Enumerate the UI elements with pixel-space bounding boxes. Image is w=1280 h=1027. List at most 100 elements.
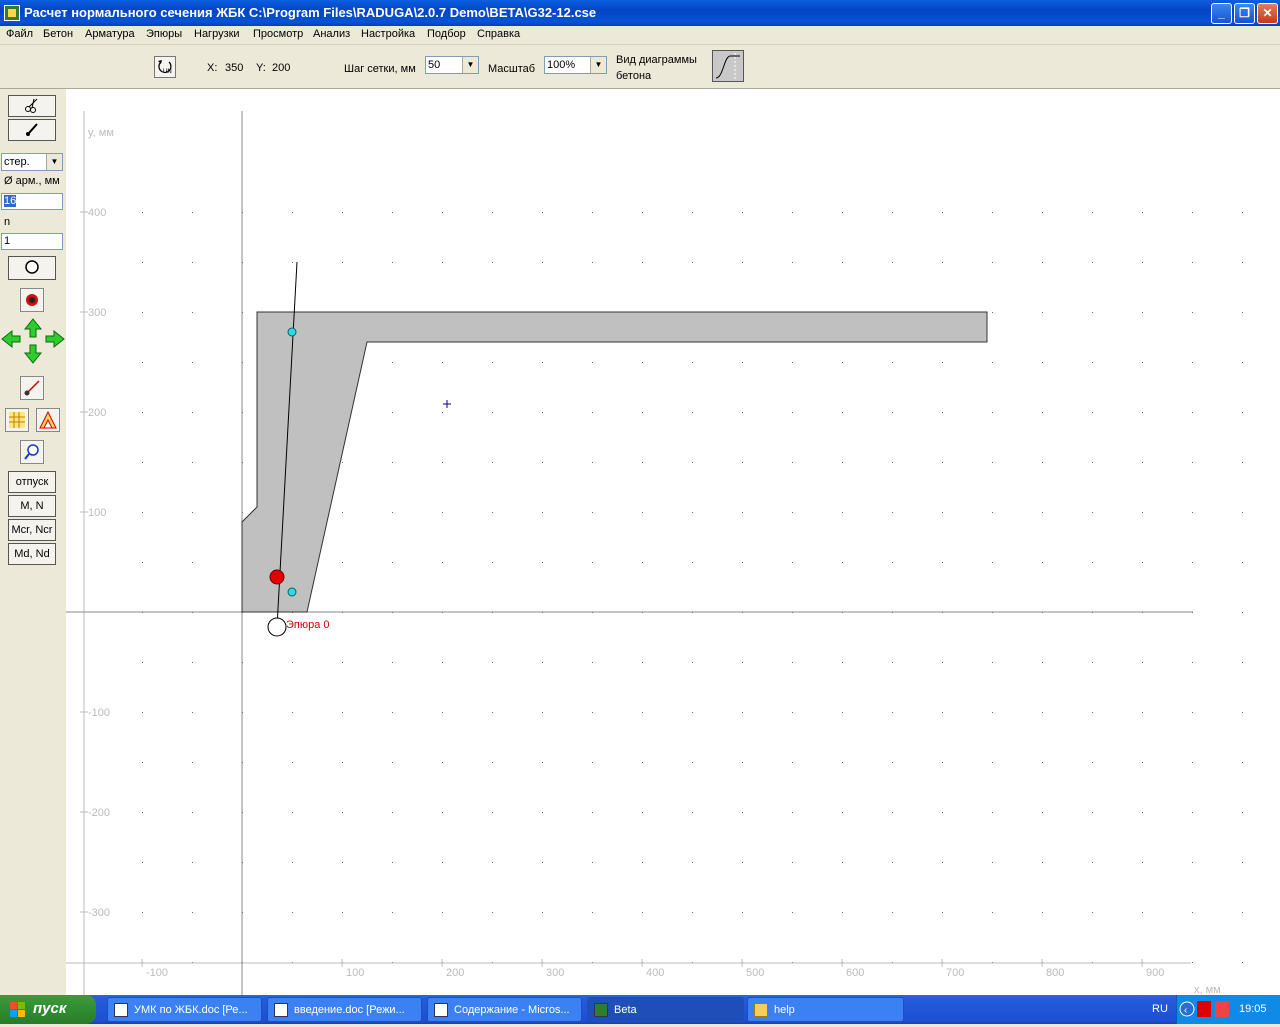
- grid-dot: [742, 862, 743, 863]
- chevron-down-icon[interactable]: ▼: [46, 154, 62, 170]
- mcr-ncr-button[interactable]: Mcr, Ncr: [8, 519, 56, 541]
- grid-dot: [392, 662, 393, 663]
- count-input[interactable]: 1: [1, 233, 63, 250]
- grid-dot: [642, 662, 643, 663]
- brush-icon[interactable]: [8, 119, 56, 141]
- grid-dot: [842, 262, 843, 263]
- title-bar: Расчет нормального сечения ЖБК C:\Progra…: [0, 0, 1280, 26]
- grid-dot: [1242, 762, 1243, 763]
- grid-dot: [1092, 912, 1093, 913]
- grid-dot: [1242, 562, 1243, 563]
- x-tick-label: 900: [1146, 967, 1164, 979]
- grid-dot: [1142, 562, 1143, 563]
- menu-rebar[interactable]: Арматура: [85, 28, 135, 40]
- move-arrows: [0, 317, 66, 365]
- grid-dot: [992, 212, 993, 213]
- minimize-button[interactable]: _: [1211, 3, 1232, 24]
- grid-dot: [392, 712, 393, 713]
- language-indicator[interactable]: RU: [1152, 1003, 1168, 1015]
- grid-dot: [1242, 312, 1243, 313]
- grid-dot: [1042, 262, 1043, 263]
- grid-dot: [1192, 362, 1193, 363]
- grid-dot: [1242, 462, 1243, 463]
- menu-view[interactable]: Просмотр: [253, 28, 303, 40]
- menu-analysis[interactable]: Анализ: [313, 28, 350, 40]
- zoom-icon[interactable]: [20, 440, 44, 464]
- grid-dot: [892, 862, 893, 863]
- grid-dot: [342, 812, 343, 813]
- chevron-down-icon[interactable]: ▼: [590, 57, 606, 73]
- grid-dot: [492, 762, 493, 763]
- grid-step-value: 50: [428, 59, 441, 71]
- section-drawing[interactable]: 400 300 200 100 -100 -200 -300 -100 100 200 300 400…: [66, 89, 1280, 996]
- task-vvedenie-doc[interactable]: введение.doc [Режи...: [267, 997, 422, 1022]
- start-button[interactable]: пуск: [0, 995, 96, 1024]
- chevron-down-icon[interactable]: ▼: [462, 57, 478, 73]
- line-tool-icon[interactable]: [20, 376, 44, 400]
- menu-epures[interactable]: Эпюры: [146, 28, 182, 40]
- ruler-icon[interactable]: [36, 408, 60, 432]
- grid-dot: [742, 362, 743, 363]
- x-tick-label: 600: [846, 967, 864, 979]
- diameter-value: 16: [4, 195, 17, 207]
- grid-dot: [892, 462, 893, 463]
- grid-dot: [142, 662, 143, 663]
- grid-dot: [742, 212, 743, 213]
- release-button[interactable]: отпуск: [8, 471, 56, 493]
- menu-loads[interactable]: Нагрузки: [194, 28, 240, 40]
- concrete-diagram-icon[interactable]: [712, 50, 744, 82]
- grid-dot: [1142, 462, 1143, 463]
- grid-dot: [542, 812, 543, 813]
- grid-dot: [1192, 912, 1193, 913]
- grid-dot: [192, 912, 193, 913]
- delete-bar-icon[interactable]: [20, 288, 44, 312]
- drawing-canvas[interactable]: 400 300 200 100 -100 -200 -300 -100 100 200 300 400…: [66, 89, 1280, 996]
- scissors-icon[interactable]: [8, 95, 56, 117]
- menu-concrete[interactable]: Бетон: [43, 28, 73, 40]
- folder-icon: [754, 1003, 768, 1017]
- grid-dot: [542, 362, 543, 363]
- grid-dot: [1142, 362, 1143, 363]
- y-tick-label: 100: [88, 507, 106, 519]
- diameter-input[interactable]: 16: [1, 193, 63, 210]
- menu-file[interactable]: Файл: [6, 28, 33, 40]
- grid-dot: [142, 812, 143, 813]
- grid-dot: [1242, 712, 1243, 713]
- menu-settings[interactable]: Настройка: [361, 28, 415, 40]
- md-nd-button[interactable]: Md, Nd: [8, 543, 56, 565]
- menu-selection[interactable]: Подбор: [427, 28, 466, 40]
- grid-dot: [542, 512, 543, 513]
- grid-dot: [842, 812, 843, 813]
- grid-dot: [842, 862, 843, 863]
- grid-step-select[interactable]: 50 ▼: [425, 56, 479, 74]
- grid-dot: [492, 712, 493, 713]
- x-tick-label: 800: [1046, 967, 1064, 979]
- grid-dot: [642, 212, 643, 213]
- grid-dot: [192, 812, 193, 813]
- task-contents[interactable]: Содержание - Micros...: [427, 997, 582, 1022]
- add-bar-icon[interactable]: [8, 256, 56, 280]
- grid-dot: [742, 812, 743, 813]
- tray-app-icon: [1215, 1001, 1229, 1017]
- menu-help[interactable]: Справка: [477, 28, 520, 40]
- grid-dot: [592, 712, 593, 713]
- grid-dot: [1192, 412, 1193, 413]
- grid-icon[interactable]: [5, 408, 29, 432]
- grid-dot: [792, 362, 793, 363]
- task-umk-doc[interactable]: УМК по ЖБК.doc [Ре...: [107, 997, 262, 1022]
- grid-dot: [142, 212, 143, 213]
- task-help-folder[interactable]: help: [747, 997, 904, 1022]
- mn-button[interactable]: M, N: [8, 495, 56, 517]
- close-button[interactable]: ✕: [1257, 3, 1278, 24]
- task-label: Содержание - Micros...: [454, 1004, 570, 1016]
- y-tick-label: 300: [88, 307, 106, 319]
- undo-zoom-icon[interactable]: UN: [154, 56, 176, 78]
- grid-dot: [442, 262, 443, 263]
- task-beta[interactable]: Beta: [587, 997, 744, 1022]
- grid-dot: [442, 462, 443, 463]
- grid-dot: [192, 212, 193, 213]
- restore-button[interactable]: ❐: [1234, 3, 1255, 24]
- app-icon[interactable]: [4, 5, 20, 21]
- scale-select[interactable]: 100% ▼: [544, 56, 607, 74]
- steel-type-select[interactable]: стер. ▼: [1, 153, 63, 171]
